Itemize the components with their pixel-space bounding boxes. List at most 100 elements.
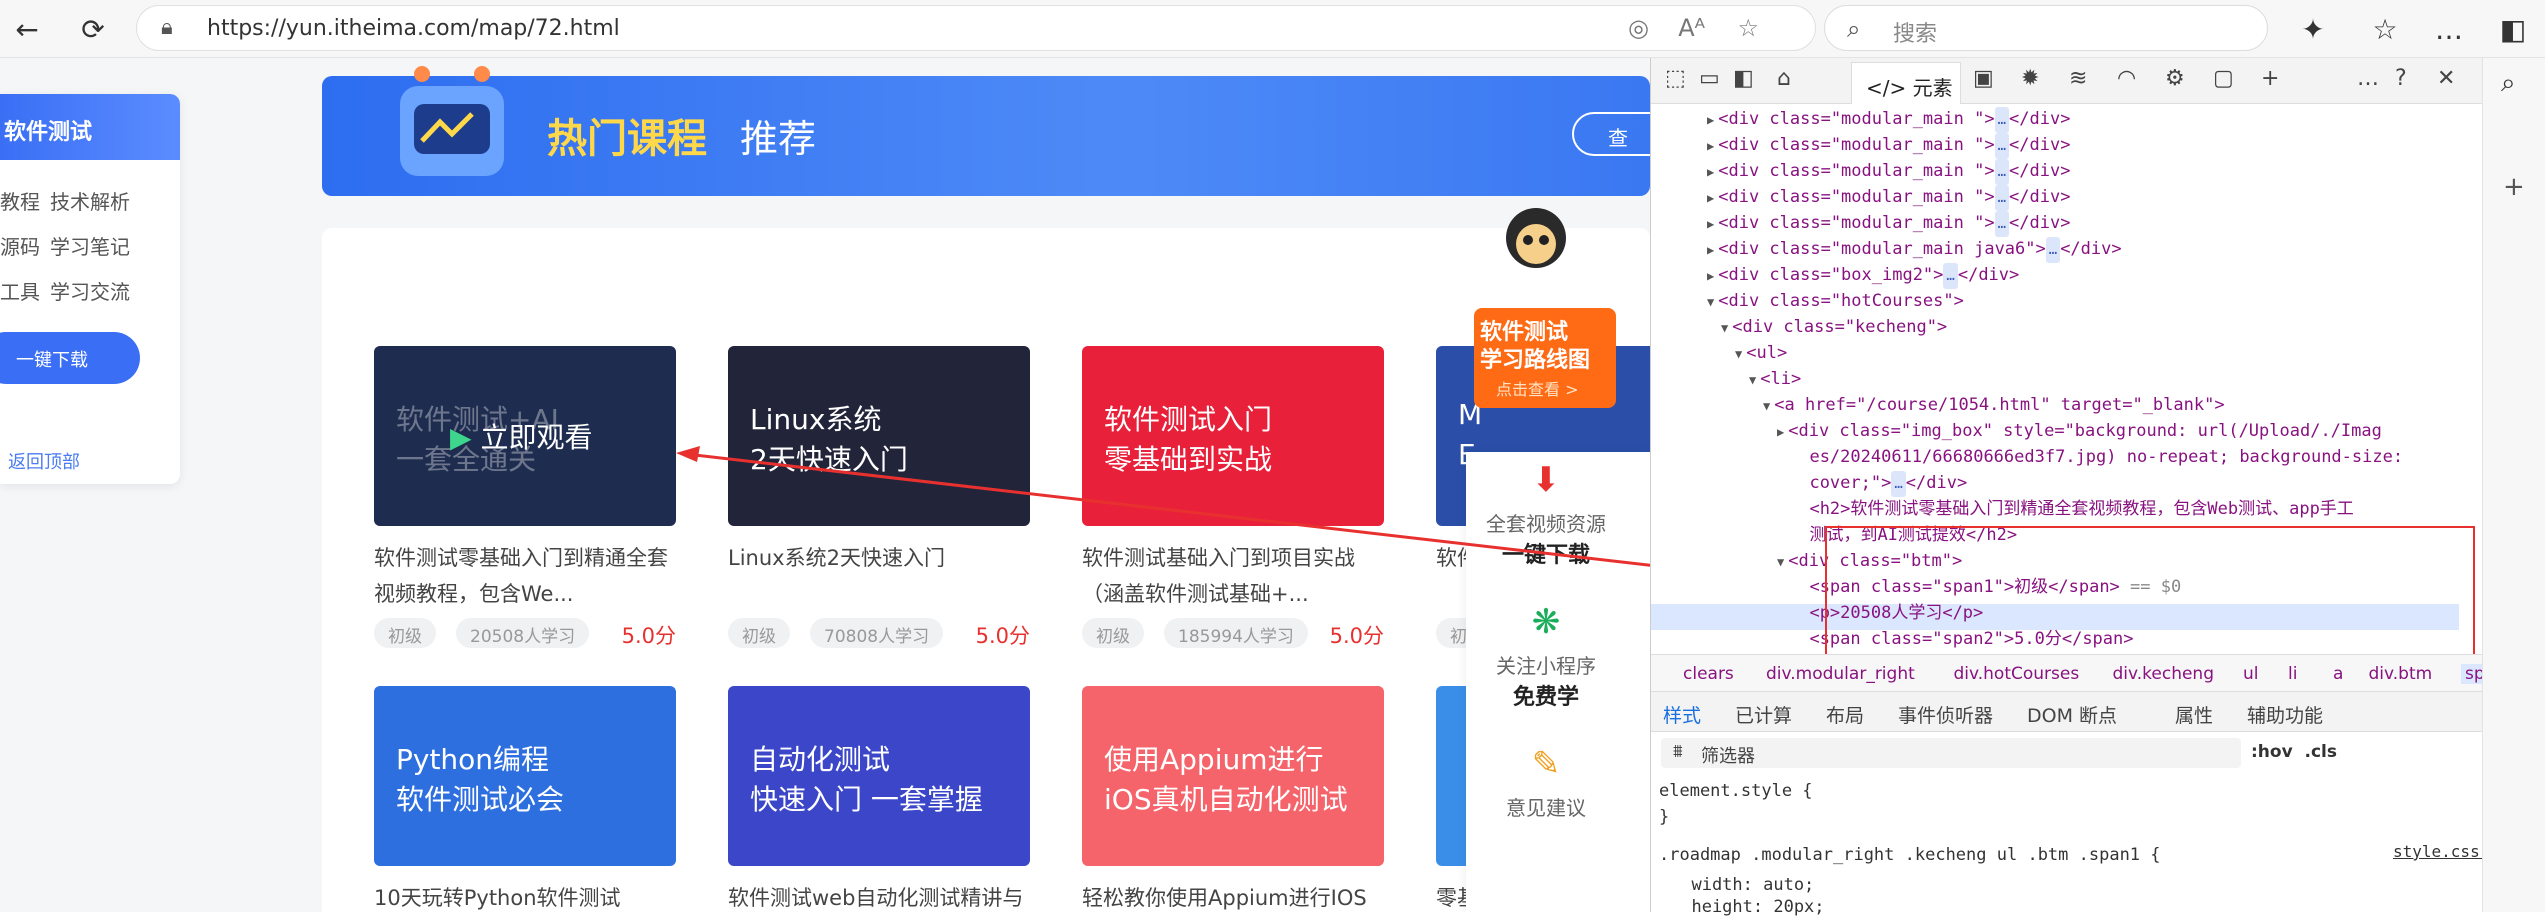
dom-node-text: <li>: [1760, 369, 1802, 389]
url-text[interactable]: https://yun.itheima.com/map/72.html: [207, 16, 620, 41]
welcome-icon[interactable]: ⌂: [1777, 66, 1791, 91]
add-tab-icon[interactable]: +: [2261, 66, 2279, 91]
breadcrumb-item[interactable]: div.hotCourses: [1954, 664, 2080, 684]
more-tools-icon[interactable]: …: [2357, 66, 2379, 91]
search-icon[interactable]: ⌕: [2501, 68, 2516, 99]
back-icon[interactable]: ←: [8, 10, 46, 48]
inspect-icon[interactable]: ⬚: [1665, 66, 1686, 91]
breadcrumb-item[interactable]: li: [2288, 664, 2297, 684]
dom-node-line[interactable]: ▶ <div class="img_box" style="background:…: [1777, 418, 2382, 445]
expand-toggle-icon[interactable]: [1791, 451, 1805, 465]
dom-node-line[interactable]: ▼ <li>: [1749, 366, 1801, 393]
styles-subtab[interactable]: DOM 断点: [2027, 701, 2117, 728]
console-icon[interactable]: ▣: [1973, 66, 1994, 91]
expand-toggle-icon[interactable]: ▶: [1707, 139, 1714, 153]
expand-toggle-icon[interactable]: ▼: [1749, 373, 1756, 387]
dom-node-line[interactable]: ▼ <ul>: [1735, 340, 1787, 367]
expand-toggle-icon[interactable]: ▶: [1707, 113, 1714, 127]
search-box[interactable]: ⌕ 搜索: [1824, 5, 2268, 51]
annotation-arrow: [676, 446, 1650, 567]
styles-subtab[interactable]: 样式: [1663, 701, 1701, 728]
favorites-icon[interactable]: ☆: [2366, 10, 2404, 48]
dom-node-line[interactable]: ▶ <div class="modular_main java6">… </div>: [1707, 236, 2122, 263]
settings-gear-icon[interactable]: ⚙: [2165, 66, 2185, 91]
expand-toggle-icon[interactable]: ▶: [1707, 165, 1714, 179]
devtools-panel: ⬚ ▭ ◧ ⌂ </> 元素 ▣ ✹ ≋ ◠ ⚙ ▢ + … ? ✕ ▶ <div…: [1650, 58, 2545, 917]
collapsed-ellipsis-icon[interactable]: …: [1994, 185, 2010, 211]
dock-icon[interactable]: ◧: [1733, 66, 1754, 91]
performance-icon[interactable]: ◠: [2117, 66, 2136, 91]
refresh-icon[interactable]: ⟳: [74, 10, 112, 48]
style-rule-line[interactable]: height: 20px;: [1671, 894, 1824, 920]
expand-toggle-icon[interactable]: ▶: [1777, 425, 1784, 439]
sources-icon[interactable]: ✹: [2021, 66, 2039, 91]
collapsed-ellipsis-icon[interactable]: …: [1994, 159, 2010, 185]
breadcrumb-item[interactable]: ul: [2243, 664, 2259, 684]
expand-toggle-icon[interactable]: ▶: [1707, 269, 1714, 283]
browser-toolbar: ← ⟳ 🔒︎ https://yun.itheima.com/map/72.ht…: [0, 0, 2545, 58]
more-icon[interactable]: …: [2430, 10, 2468, 48]
breadcrumb-item[interactable]: div.btm: [2369, 664, 2433, 684]
expand-toggle-icon[interactable]: ▼: [1721, 321, 1728, 335]
collapsed-ellipsis-icon[interactable]: …: [1994, 133, 2010, 159]
sidebar-toggle-icon[interactable]: ◧: [2494, 10, 2532, 48]
expand-toggle-icon[interactable]: ▼: [1707, 295, 1714, 309]
devtools-toolbar: ⬚ ▭ ◧ ⌂ </> 元素 ▣ ✹ ≋ ◠ ⚙ ▢ + … ? ✕: [1651, 58, 2483, 104]
dom-node-line[interactable]: ▶ <div class="box_img2">… </div>: [1707, 262, 2019, 289]
styles-subtab[interactable]: 属性: [2175, 701, 2213, 728]
dom-node-line[interactable]: ▶ <div class="modular_main ">… </div>: [1707, 184, 2070, 211]
expand-toggle-icon[interactable]: ▼: [1777, 555, 1784, 569]
expand-toggle-icon[interactable]: ▶: [1707, 191, 1714, 205]
expand-toggle-icon[interactable]: [1791, 581, 1805, 595]
favorite-star-icon[interactable]: ☆: [1737, 14, 1759, 42]
application-icon[interactable]: ▢: [2213, 66, 2234, 91]
dom-node-line[interactable]: ▶ <div class="modular_main ">… </div>: [1707, 210, 2070, 237]
dom-node-close: </div>: [2009, 135, 2071, 155]
dom-node-text: es/20240611/66680666ed3f7.jpg) no-repeat…: [1809, 447, 2404, 467]
network-icon[interactable]: ≋: [2069, 66, 2087, 91]
breadcrumb-item[interactable]: div.modular_right: [1766, 664, 1915, 684]
collapsed-ellipsis-icon[interactable]: …: [1891, 471, 1906, 497]
collapsed-ellipsis-icon[interactable]: …: [1943, 263, 1958, 289]
styles-subtab[interactable]: 辅助功能: [2247, 701, 2323, 728]
expand-toggle-icon[interactable]: [1791, 503, 1805, 517]
breadcrumb-item[interactable]: a: [2333, 664, 2343, 684]
collapsed-ellipsis-icon[interactable]: …: [1994, 211, 2010, 237]
collapsed-ellipsis-icon[interactable]: …: [2045, 237, 2061, 263]
expand-toggle-icon[interactable]: ▼: [1763, 399, 1770, 413]
extensions-icon[interactable]: ✦: [2294, 10, 2332, 48]
dom-node-line[interactable]: es/20240611/66680666ed3f7.jpg) no-repeat…: [1791, 444, 2403, 471]
styles-filter-input[interactable]: ⩩ 筛选器: [1661, 738, 2241, 768]
breadcrumb-item[interactable]: clears: [1683, 664, 1734, 684]
dom-node-line[interactable]: ▶ <div class="modular_main ">… </div>: [1707, 132, 2070, 159]
expand-toggle-icon[interactable]: ▼: [1735, 347, 1742, 361]
add-icon[interactable]: +: [2503, 172, 2525, 202]
styles-subtab[interactable]: 事件侦听器: [1898, 701, 1993, 728]
dom-node-line[interactable]: ▼ <div class="hotCourses">: [1707, 288, 1964, 315]
collapsed-ellipsis-icon[interactable]: …: [1994, 107, 2010, 133]
dom-node-text: <div class="modular_main ">: [1718, 161, 1995, 181]
dom-node-line[interactable]: ▶ <div class="modular_main ">… </div>: [1707, 106, 2070, 133]
expand-toggle-icon[interactable]: ▶: [1707, 217, 1714, 231]
expand-toggle-icon[interactable]: [1791, 633, 1805, 647]
expand-toggle-icon[interactable]: [1791, 529, 1805, 543]
styles-subtab[interactable]: 已计算: [1735, 701, 1792, 728]
expand-toggle-icon[interactable]: [1791, 607, 1805, 621]
dom-node-line[interactable]: ▼ <div class="kecheng">: [1721, 314, 1947, 341]
close-icon[interactable]: ✕: [2437, 66, 2455, 91]
dom-node-line[interactable]: cover;">… </div>: [1791, 470, 1967, 497]
styles-subtab[interactable]: 布局: [1826, 701, 1864, 728]
dom-node-line[interactable]: ▶ <div class="modular_main ">… </div>: [1707, 158, 2070, 185]
translate-icon[interactable]: ◎: [1628, 14, 1649, 42]
help-icon[interactable]: ?: [2395, 66, 2407, 91]
dom-node-line[interactable]: <h2>软件测试零基础入门到精通全套视频教程，包含Web测试、app手工: [1791, 496, 2353, 523]
read-aloud-icon[interactable]: Aᴬ: [1678, 14, 1705, 42]
dom-node-line[interactable]: ▼ <a href="/course/1054.html" target="_bl…: [1763, 392, 2225, 419]
breadcrumb-item[interactable]: div.kecheng: [2113, 664, 2215, 684]
device-icon[interactable]: ▭: [1699, 66, 1720, 91]
expand-toggle-icon[interactable]: ▶: [1707, 243, 1714, 257]
tab-elements[interactable]: </> 元素: [1851, 62, 1961, 104]
expand-toggle-icon[interactable]: [1791, 477, 1805, 491]
filter-tools[interactable]: :hov .cls: [2251, 742, 2337, 762]
address-bar[interactable]: 🔒︎ https://yun.itheima.com/map/72.html ◎…: [136, 5, 1816, 51]
